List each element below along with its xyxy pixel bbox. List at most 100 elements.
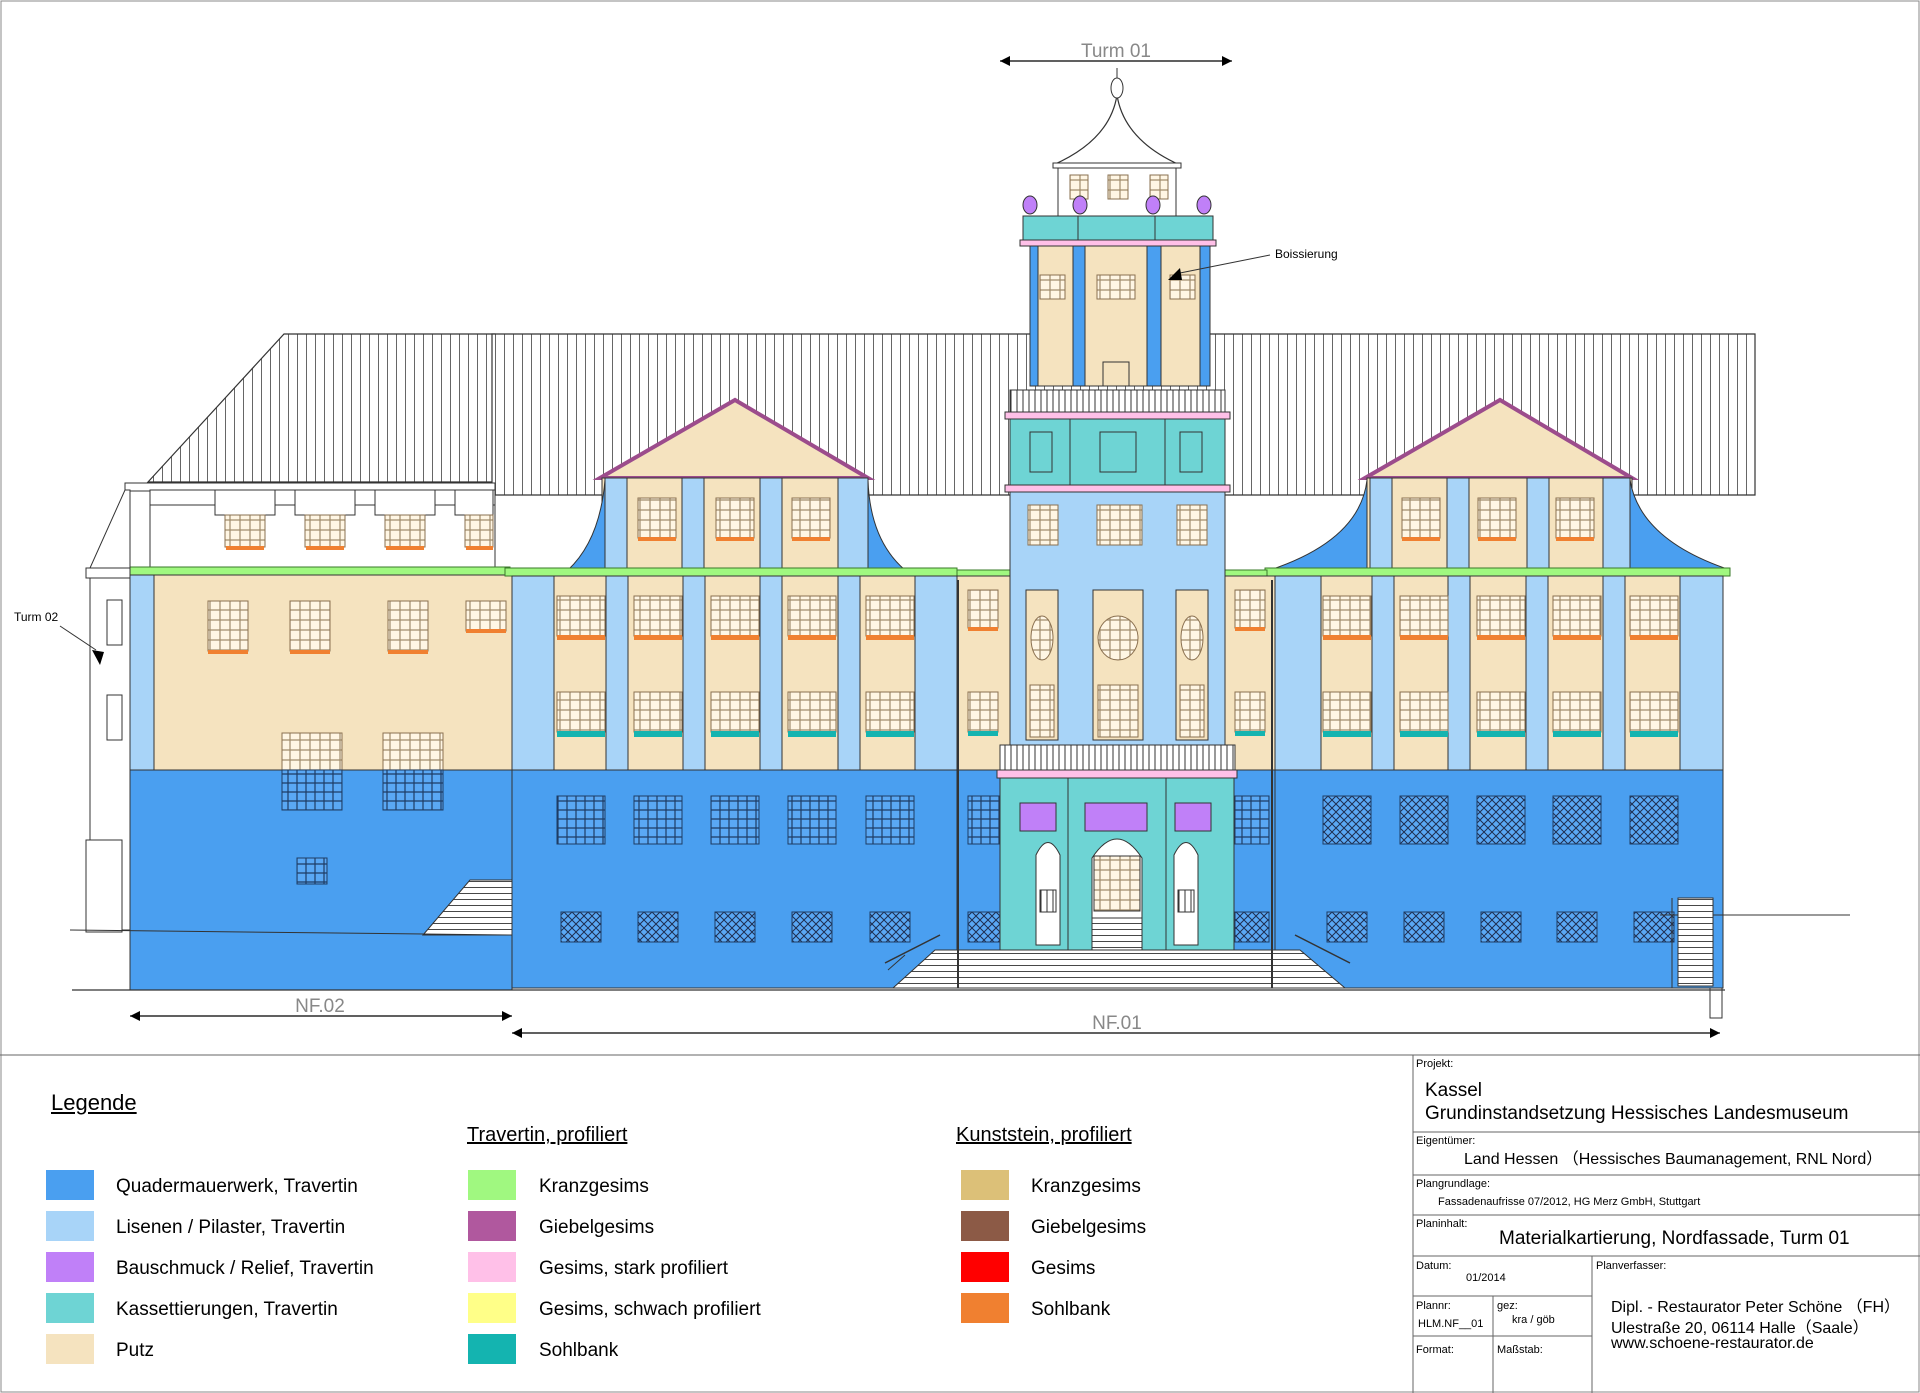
window-upper: [1552, 595, 1602, 637]
window-middle: [1399, 691, 1449, 733]
window-side-cellar: [967, 911, 1003, 943]
legend-label-col1-3: Kassettierungen, Travertin: [116, 1299, 338, 1320]
window-side-cellar: [1234, 911, 1270, 943]
sill-teal: [1400, 731, 1448, 737]
sill-side-teal: [1235, 731, 1265, 736]
sill-teal: [1630, 731, 1678, 737]
window-upper: [865, 595, 915, 637]
window-side-middle: [967, 691, 999, 733]
right-stair-outline: [1655, 897, 1850, 1019]
legend-label-col2-0: Kranzgesims: [539, 1176, 649, 1197]
window-middle: [710, 691, 760, 733]
window-upper: [633, 595, 683, 637]
sill-orange: [788, 635, 836, 640]
window-cellar: [714, 911, 756, 943]
sill-teal: [1323, 731, 1371, 737]
legend-label-col3-0: Kranzgesims: [1031, 1176, 1141, 1197]
plannr-value: HLM.NF__01: [1418, 1318, 1484, 1330]
legend-label-col1-1: Lisenen / Pilaster, Travertin: [116, 1217, 346, 1238]
left-wing: [124, 489, 513, 991]
sill-teal: [634, 731, 682, 737]
legend-label-col1-4: Putz: [116, 1340, 155, 1361]
window-upper: [710, 595, 760, 637]
legend-swatch-col1-4: [46, 1334, 94, 1364]
sill-orange: [1323, 635, 1371, 640]
window-middle: [1629, 691, 1679, 733]
legend-title: Legende: [51, 1090, 137, 1115]
window-base: [633, 795, 683, 845]
projekt-line1: Kassel: [1425, 1080, 1483, 1101]
datum-label: Datum:: [1416, 1260, 1452, 1272]
window-middle: [1476, 691, 1526, 733]
window-cellar: [560, 911, 602, 943]
window-side-middle: [1234, 691, 1266, 733]
planverfasser-label: Planverfasser:: [1596, 1260, 1667, 1272]
window-cellar: [869, 911, 911, 943]
legend-label-col1-0: Quadermauerwerk, Travertin: [116, 1176, 358, 1197]
sill-teal: [1477, 731, 1525, 737]
sill-side-teal: [968, 731, 998, 736]
window-cellar: [1480, 911, 1522, 943]
massstab-label: Maßstab:: [1497, 1344, 1543, 1356]
legend-label-col3-3: Sohlbank: [1031, 1299, 1111, 1320]
legend-swatch-col1-1: [46, 1211, 94, 1241]
planinhalt-value: Materialkartierung, Nordfassade, Turm 01: [1499, 1228, 1850, 1249]
legend-swatch-col3-2: [961, 1252, 1009, 1282]
legend-swatch-col3-3: [961, 1293, 1009, 1323]
sill-teal: [557, 731, 605, 737]
window-cellar: [637, 911, 679, 943]
window-base: [1322, 795, 1372, 845]
projekt-label: Projekt:: [1416, 1058, 1454, 1070]
planinhalt-label: Planinhalt:: [1416, 1218, 1468, 1230]
window-middle: [1322, 691, 1372, 733]
legend-label-col2-3: Gesims, schwach profiliert: [539, 1299, 761, 1320]
legend-swatch-col2-3: [468, 1293, 516, 1323]
legend-label-col2-2: Gesims, stark profiliert: [539, 1258, 728, 1279]
window-base: [710, 795, 760, 845]
legend-swatch-col3-0: [961, 1170, 1009, 1200]
window-side-base: [967, 795, 1003, 845]
legend-label-col2-4: Sohlbank: [539, 1340, 619, 1361]
sill-teal: [711, 731, 759, 737]
legend-travertin-heading: Travertin, profiliert: [467, 1124, 628, 1146]
datum-value: 01/2014: [1466, 1272, 1506, 1284]
window-upper: [787, 595, 837, 637]
window-cellar: [1403, 911, 1445, 943]
sill-orange: [1400, 635, 1448, 640]
legend-swatch-col2-0: [468, 1170, 516, 1200]
window-upper: [1322, 595, 1372, 637]
legend-label-col3-1: Giebelgesims: [1031, 1217, 1147, 1238]
legend-swatch-col1-0: [46, 1170, 94, 1200]
format-label: Format:: [1416, 1344, 1454, 1356]
window-cellar: [1633, 911, 1675, 943]
window-base: [1629, 795, 1679, 845]
legend-swatch-col1-2: [46, 1252, 94, 1282]
tower-01: [996, 68, 1238, 951]
plangrundlage-value: Fassadenaufrisse 07/2012, HG Merz GmbH, …: [1438, 1196, 1701, 1208]
sill-orange: [557, 635, 605, 640]
window-side-upper: [1234, 589, 1266, 629]
gez-value: kra / göb: [1512, 1314, 1555, 1326]
sill-teal: [788, 731, 836, 737]
dimension-label-turm01: Turm 01: [1081, 41, 1151, 62]
sill-side-orange: [1235, 627, 1265, 631]
roof-left: [146, 333, 496, 483]
window-side-base: [1234, 795, 1270, 845]
window-upper: [556, 595, 606, 637]
sill-orange: [634, 635, 682, 640]
sill-orange: [1553, 635, 1601, 640]
window-base: [865, 795, 915, 845]
window-middle: [633, 691, 683, 733]
sill-orange: [1477, 635, 1525, 640]
legend-label-col2-1: Giebelgesims: [539, 1217, 655, 1238]
plangrundlage-label: Plangrundlage:: [1416, 1178, 1491, 1190]
window-middle: [865, 691, 915, 733]
window-side-upper: [967, 589, 999, 629]
window-middle: [556, 691, 606, 733]
legend-swatch-col2-1: [468, 1211, 516, 1241]
dimension-label-nf02: NF.02: [295, 996, 345, 1017]
window-upper: [1476, 595, 1526, 637]
window-middle: [787, 691, 837, 733]
window-base: [1552, 795, 1602, 845]
sill-orange: [866, 635, 914, 640]
